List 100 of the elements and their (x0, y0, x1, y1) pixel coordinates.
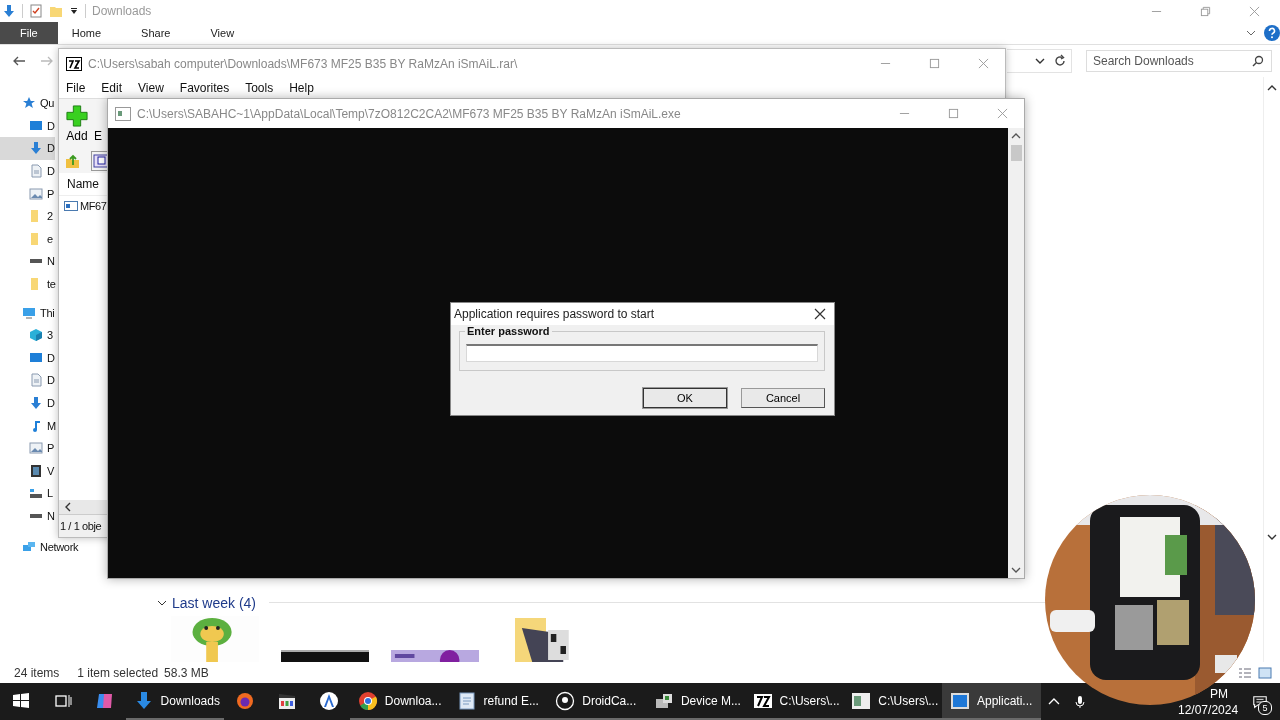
sidebar-item[interactable]: D (0, 369, 55, 392)
taskbar-button[interactable]: Applicati... (941, 683, 1041, 720)
download-icon (29, 396, 43, 410)
menu-item[interactable]: Tools (245, 81, 274, 95)
maximize-icon[interactable] (929, 58, 940, 69)
desktop-icon (29, 118, 43, 133)
column-header[interactable]: Name (67, 177, 99, 191)
scroll-down-icon[interactable] (1267, 532, 1277, 542)
dialog-title: Application requires password to start (454, 307, 655, 321)
scroll-up-icon[interactable] (1011, 131, 1021, 141)
scroll-left-icon[interactable] (63, 502, 73, 512)
chevron-down-icon[interactable] (1246, 28, 1256, 38)
taskbar-button[interactable]: Downloads (125, 683, 225, 720)
document-icon (29, 164, 43, 179)
selection-info: 1 item selected (77, 665, 159, 680)
menu-item[interactable]: Edit (101, 81, 123, 95)
window-title: Downloads (92, 4, 152, 18)
sidebar-item[interactable]: te (0, 272, 56, 296)
taskbar-button[interactable]: Device M... (645, 683, 745, 720)
notification-count: 5 (1257, 701, 1272, 715)
sidebar-item[interactable]: 3 (0, 323, 53, 347)
sidebar-item[interactable]: N (0, 504, 55, 528)
network-drive-icon (29, 488, 43, 498)
refresh-icon[interactable] (1053, 54, 1067, 68)
dropdown-icon[interactable] (69, 6, 79, 16)
sidebar-item[interactable]: N (0, 250, 55, 273)
scrollbar-thumb[interactable] (1010, 145, 1022, 161)
picture-icon (29, 441, 43, 456)
start-icon (10, 690, 31, 711)
picture-icon (29, 186, 43, 201)
toolbar-button[interactable]: Add (63, 103, 91, 145)
group-label: Enter password (465, 325, 552, 337)
sidebar-item[interactable]: e (0, 227, 53, 251)
dialog-button[interactable]: OK (643, 388, 727, 408)
plus-icon (66, 105, 88, 127)
ribbon-tab[interactable]: File (0, 22, 58, 44)
sidebar-item[interactable]: M (0, 414, 56, 437)
close-icon[interactable] (814, 308, 826, 320)
sidebar-item[interactable]: D (0, 391, 55, 415)
sidebar-item[interactable]: Thi (0, 301, 55, 324)
sidebar-item[interactable]: D (0, 159, 55, 183)
drive-icon (29, 514, 43, 518)
compass-icon (318, 690, 339, 711)
sidebar-item[interactable]: D (0, 137, 55, 160)
star-icon (22, 96, 36, 111)
sidebar-item[interactable]: D (0, 114, 55, 138)
help-icon[interactable] (1264, 25, 1280, 41)
chevron-down-icon[interactable] (1035, 56, 1045, 66)
window-icon (851, 690, 872, 711)
download-icon[interactable] (2, 4, 16, 18)
microphone-icon[interactable] (1072, 694, 1087, 709)
sidebar-item[interactable]: P (0, 436, 55, 460)
computer-icon (22, 305, 36, 320)
dialog-button[interactable]: Cancel (741, 388, 825, 408)
drive-icon (29, 259, 43, 264)
download-icon (29, 141, 43, 156)
sidebar-item[interactable]: L (0, 482, 53, 505)
search-icon[interactable] (1252, 55, 1264, 67)
sevenzip-logo-icon (66, 55, 82, 72)
toolbar-button[interactable]: E (91, 103, 105, 145)
selection-size: 58.3 MB (164, 665, 209, 680)
menu-item[interactable]: Help (289, 81, 314, 95)
maximize-icon[interactable] (948, 108, 959, 119)
properties-icon[interactable] (29, 4, 43, 18)
menu-item[interactable]: Favorites (179, 81, 230, 95)
cube-icon (29, 328, 43, 343)
file-name[interactable]: MF67 (80, 200, 107, 212)
taskbar-button[interactable]: C:\Users\... (843, 683, 942, 720)
clock-time[interactable]: PM (1210, 685, 1239, 702)
item-count: 24 items (14, 665, 60, 680)
clock-date[interactable]: 12/07/2024 (1178, 701, 1239, 718)
window-title: C:\Users\SABAHC~1\AppData\Local\Temp\7zO812C2CA2\MF673 MF25 B35 BY RaMzAn iSmAiL.exe (137, 106, 681, 121)
scroll-down-icon[interactable] (1011, 565, 1021, 575)
notification-button[interactable]: 5 (1240, 683, 1280, 720)
taskbar-button[interactable]: refund E... (448, 683, 548, 720)
sidebar-item[interactable]: Qu (0, 92, 55, 115)
scroll-up-icon[interactable] (1267, 83, 1277, 93)
taskbar-button[interactable]: C:\Users\... (744, 683, 844, 720)
desktop-icon (29, 350, 43, 365)
executable-icon (64, 199, 78, 213)
sidebar-item[interactable]: V (0, 459, 55, 483)
password-field[interactable] (466, 344, 818, 362)
sidebar-item[interactable]: D (0, 346, 55, 370)
console-icon (115, 105, 131, 122)
window-title: C:\Users\sabah computer\Downloads\MF673 MF25 B35 BY RaMzAn iSmAiL.rar\ (88, 56, 518, 71)
sidebar-item[interactable]: Network (0, 535, 79, 558)
menu-item[interactable]: View (138, 81, 164, 95)
taskbar-button[interactable]: DroidCa... (547, 683, 646, 720)
menu-item[interactable]: File (66, 81, 86, 95)
search-field[interactable]: Search Downloads (1086, 50, 1272, 72)
folder-up-icon[interactable] (65, 153, 81, 169)
taskbar-button[interactable]: Downloa... (349, 683, 449, 720)
restore-icon[interactable] (1200, 5, 1211, 17)
back-arrow-icon[interactable] (12, 54, 26, 68)
browser-icon (357, 690, 378, 711)
notification-icon (1252, 693, 1268, 710)
film-icon (29, 463, 43, 478)
sidebar-item[interactable]: 2 (0, 204, 53, 228)
document-icon (456, 690, 477, 711)
sidebar-item[interactable]: P (0, 182, 55, 205)
